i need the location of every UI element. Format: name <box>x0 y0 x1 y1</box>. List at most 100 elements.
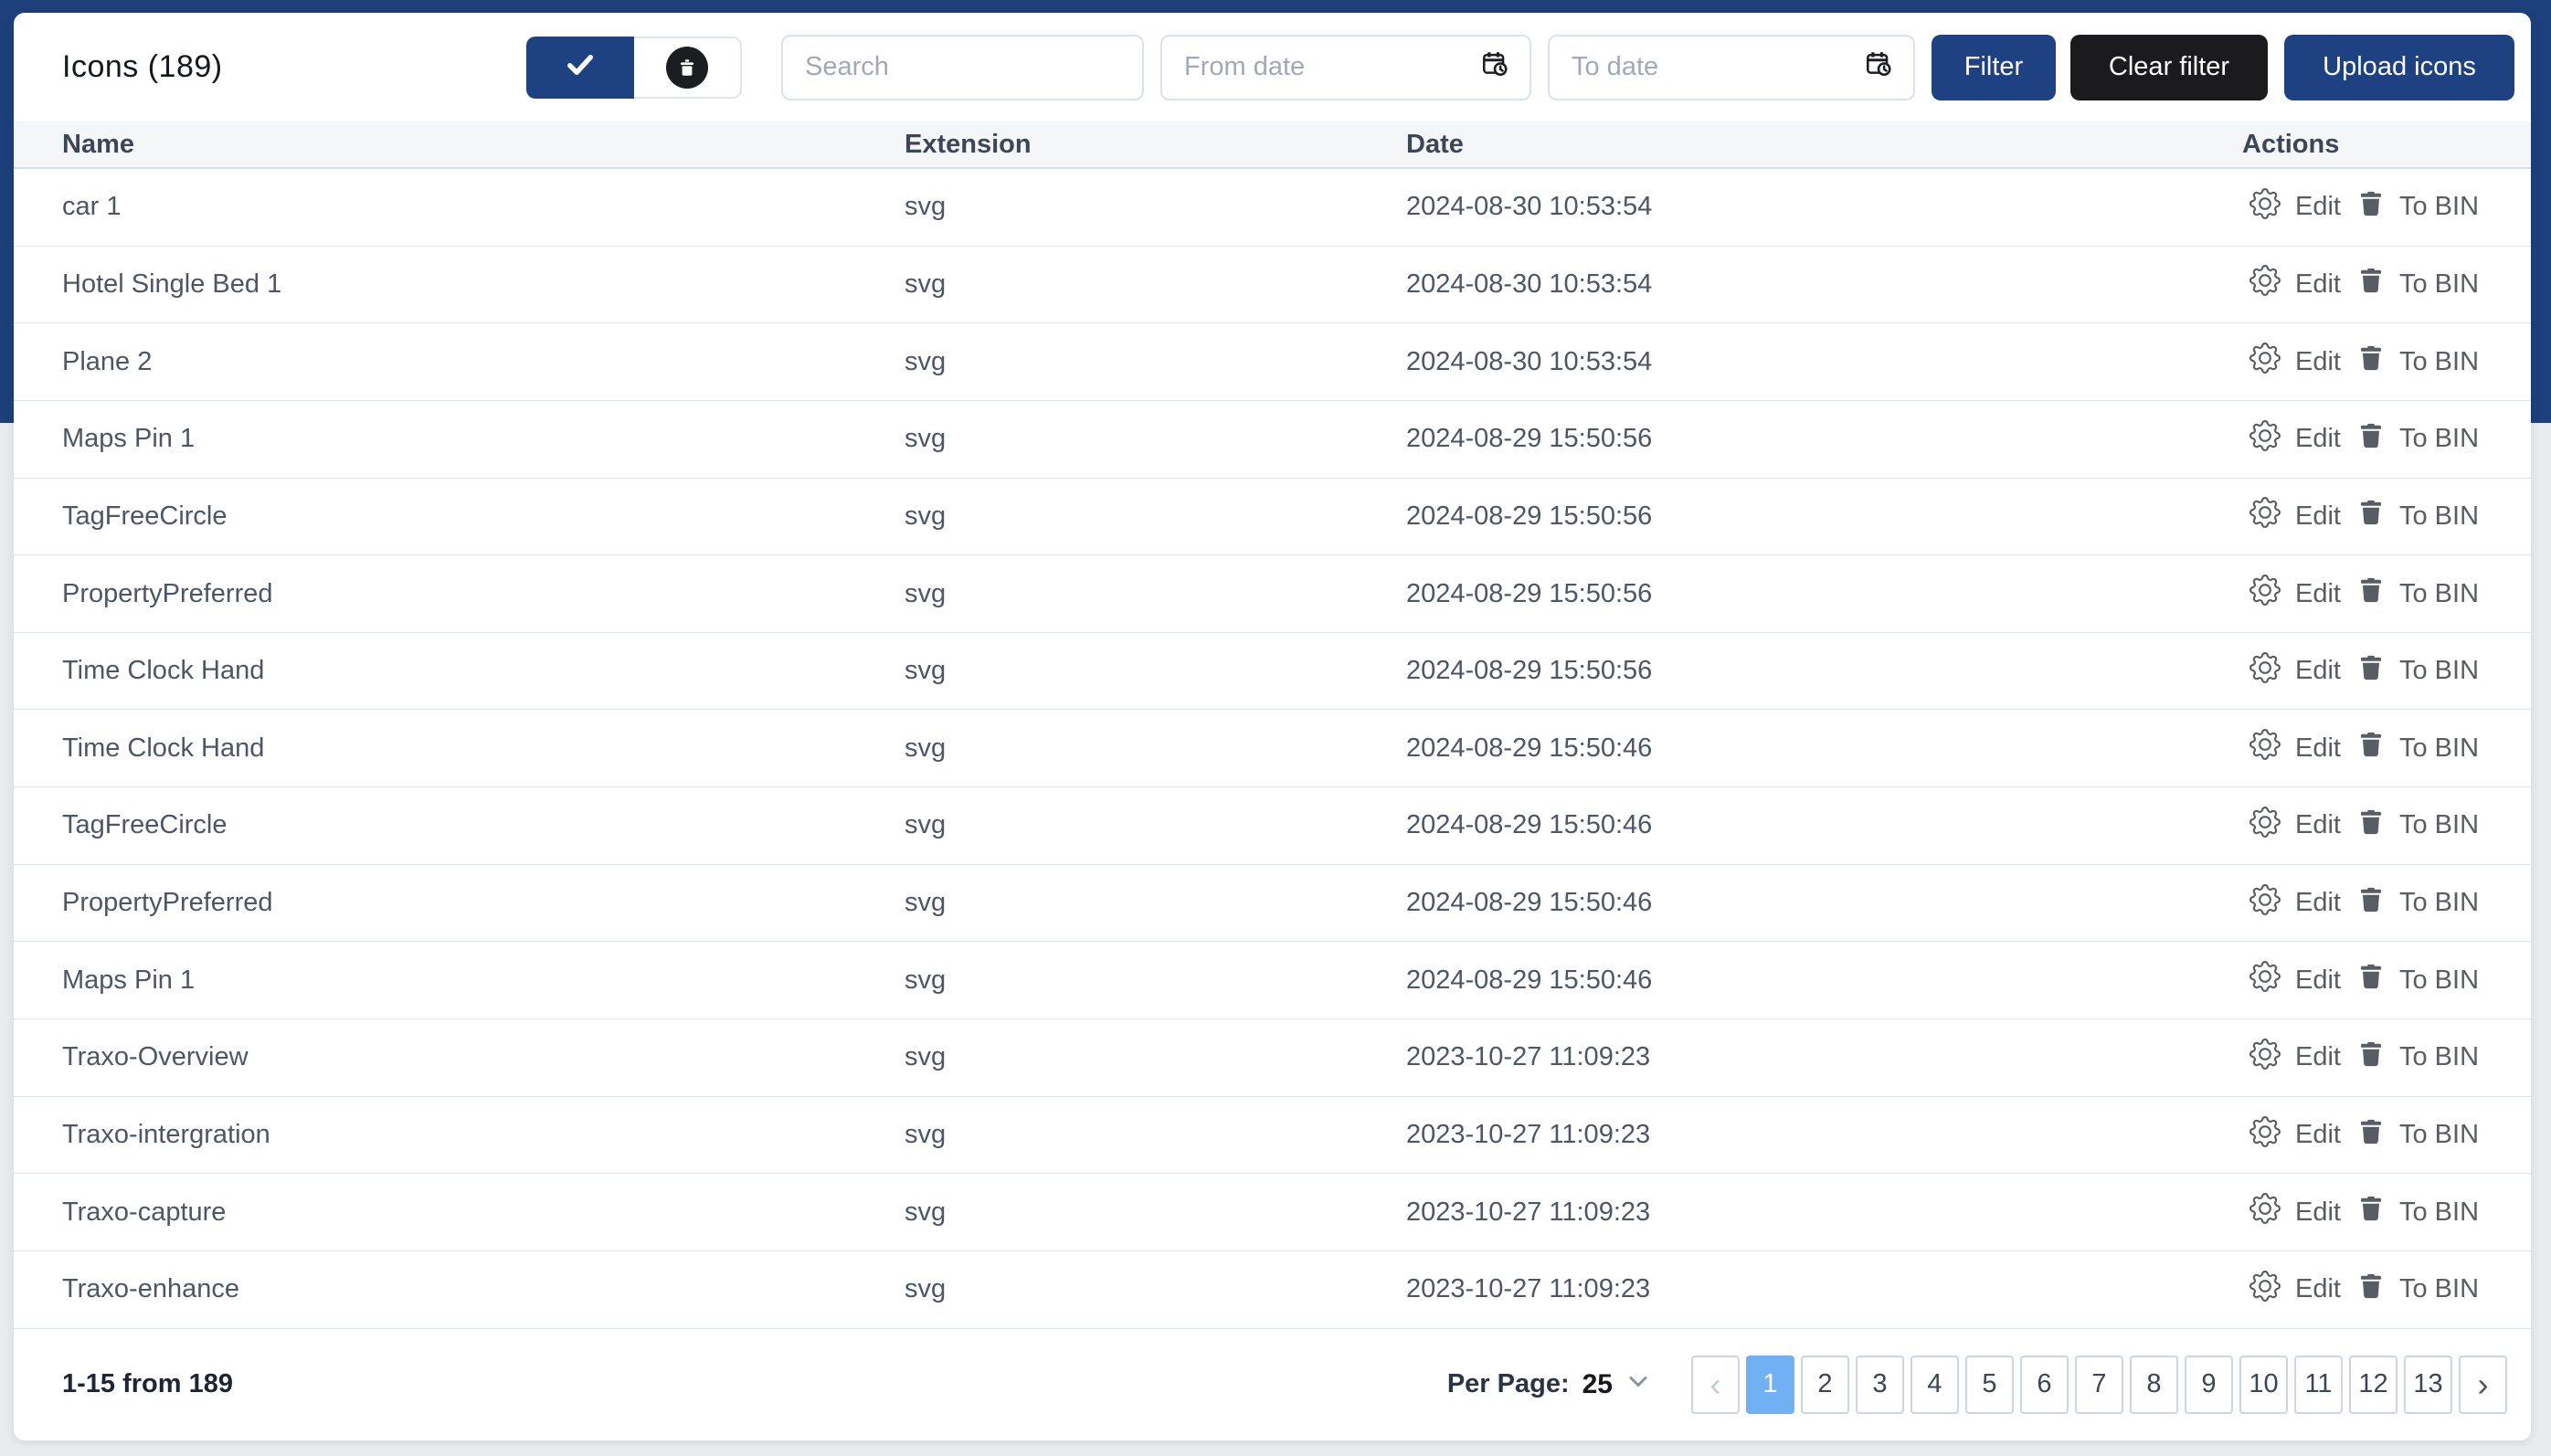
edit-action[interactable]: Edit <box>2249 1115 2341 1155</box>
row-date: 2024-08-29 15:50:46 <box>1406 965 1653 995</box>
row-actions: Edit To BIN <box>2242 497 2531 535</box>
edit-action-label: Edit <box>2295 965 2341 995</box>
table-body: car 1 svg 2024-08-30 10:53:54 Edit To BI… <box>14 169 2531 1329</box>
pagination-page-10[interactable]: 10 <box>2239 1355 2288 1414</box>
gear-icon <box>2249 1115 2281 1155</box>
to-bin-action[interactable]: To BIN <box>2357 267 2479 301</box>
to-bin-action[interactable]: To BIN <box>2357 422 2479 457</box>
row-date: 2024-08-29 15:50:56 <box>1406 656 1653 686</box>
check-icon <box>564 48 597 86</box>
row-name: Maps Pin 1 <box>62 965 196 995</box>
to-bin-action-label: To BIN <box>2398 269 2480 299</box>
icons-panel: Icons (189) Search From date To date Fil… <box>14 13 2531 1440</box>
row-extension: svg <box>905 810 947 840</box>
edit-action[interactable]: Edit <box>2249 187 2341 227</box>
edit-action[interactable]: Edit <box>2249 729 2341 767</box>
pagination-page-11[interactable]: 11 <box>2294 1355 2343 1414</box>
pagination-page-3[interactable]: 3 <box>1856 1355 1904 1414</box>
row-actions: Edit To BIN <box>2242 729 2531 767</box>
edit-action[interactable]: Edit <box>2249 575 2341 613</box>
edit-action[interactable]: Edit <box>2249 1193 2341 1231</box>
edit-action-label: Edit <box>2295 269 2341 299</box>
pagination-next-button[interactable]: › <box>2459 1355 2507 1414</box>
pagination-prev-button[interactable]: ‹ <box>1691 1355 1740 1414</box>
gear-icon <box>2249 497 2281 535</box>
results-range-label: 1-15 from 189 <box>62 1369 233 1399</box>
from-date-input[interactable] <box>1182 51 1480 83</box>
edit-action[interactable]: Edit <box>2249 265 2341 303</box>
trash-icon <box>2357 963 2385 997</box>
edit-action[interactable]: Edit <box>2249 961 2341 999</box>
row-name: Traxo-intergration <box>62 1120 270 1149</box>
edit-action-label: Edit <box>2295 501 2341 531</box>
row-extension: svg <box>905 888 947 918</box>
edit-action[interactable]: Edit <box>2249 883 2341 923</box>
edit-action-label: Edit <box>2295 656 2341 686</box>
from-date-field <box>1160 34 1531 100</box>
to-bin-action-label: To BIN <box>2398 888 2480 918</box>
row-date: 2024-08-29 15:50:46 <box>1406 733 1653 763</box>
pagination-page-13[interactable]: 13 <box>2404 1355 2452 1414</box>
gear-icon <box>2249 187 2281 227</box>
to-bin-action-label: To BIN <box>2398 501 2480 531</box>
pagination-page-2[interactable]: 2 <box>1801 1355 1849 1414</box>
trash-icon <box>2357 1195 2385 1229</box>
calendar-clock-icon[interactable] <box>1864 49 1893 86</box>
clear-filter-button[interactable]: Clear filter <box>2070 34 2268 100</box>
row-date: 2023-10-27 11:09:23 <box>1406 1120 1651 1149</box>
trash-icon <box>2357 808 2385 843</box>
search-input[interactable] <box>803 51 1122 83</box>
calendar-clock-icon[interactable] <box>1480 49 1509 86</box>
to-bin-action[interactable]: To BIN <box>2357 576 2479 611</box>
pagination-page-6[interactable]: 6 <box>2020 1355 2069 1414</box>
edit-action[interactable]: Edit <box>2249 343 2341 381</box>
to-bin-action[interactable]: To BIN <box>2357 808 2479 843</box>
row-name: Traxo-enhance <box>62 1274 239 1304</box>
edit-action-label: Edit <box>2295 1120 2341 1149</box>
to-bin-action[interactable]: To BIN <box>2357 654 2479 689</box>
pagination-page-8[interactable]: 8 <box>2130 1355 2178 1414</box>
to-bin-action[interactable]: To BIN <box>2357 1040 2479 1075</box>
row-extension: svg <box>905 192 947 222</box>
pagination-page-4[interactable]: 4 <box>1911 1355 1959 1414</box>
to-bin-action[interactable]: To BIN <box>2357 886 2479 921</box>
upload-icons-button[interactable]: Upload icons <box>2284 34 2514 100</box>
row-extension: svg <box>905 424 947 454</box>
toolbar: Icons (189) Search From date To date Fil… <box>14 13 2531 121</box>
per-page-select[interactable]: Per Page: 25 <box>1447 1369 1649 1400</box>
to-bin-action[interactable]: To BIN <box>2357 1195 2479 1229</box>
toggle-active-items[interactable] <box>526 36 634 99</box>
to-bin-action-label: To BIN <box>2398 965 2480 995</box>
pagination-page-5[interactable]: 5 <box>1965 1355 2014 1414</box>
table-row: car 1 svg 2024-08-30 10:53:54 Edit To BI… <box>14 169 2531 247</box>
filter-button[interactable]: Filter <box>1932 34 2056 100</box>
edit-action[interactable]: Edit <box>2249 806 2341 845</box>
to-bin-action[interactable]: To BIN <box>2357 963 2479 997</box>
edit-action[interactable]: Edit <box>2249 497 2341 535</box>
row-actions: Edit To BIN <box>2242 1038 2531 1077</box>
gear-icon <box>2249 575 2281 613</box>
edit-action[interactable]: Edit <box>2249 1038 2341 1077</box>
to-bin-action[interactable]: To BIN <box>2357 731 2479 765</box>
gear-icon <box>2249 1193 2281 1231</box>
pagination-page-1[interactable]: 1 <box>1746 1355 1794 1414</box>
edit-action[interactable]: Edit <box>2249 419 2341 459</box>
toggle-bin-items[interactable] <box>634 36 742 99</box>
to-bin-action[interactable]: To BIN <box>2357 190 2479 225</box>
row-date: 2023-10-27 11:09:23 <box>1406 1197 1651 1227</box>
table-row: Traxo-enhance svg 2023-10-27 11:09:23 Ed… <box>14 1250 2531 1329</box>
to-bin-action[interactable]: To BIN <box>2357 344 2479 379</box>
to-bin-action[interactable]: To BIN <box>2357 1272 2479 1307</box>
to-bin-action[interactable]: To BIN <box>2357 1118 2479 1153</box>
pagination-page-7[interactable]: 7 <box>2075 1355 2123 1414</box>
to-bin-action-label: To BIN <box>2398 656 2480 686</box>
edit-action[interactable]: Edit <box>2249 651 2341 691</box>
gear-icon <box>2249 729 2281 767</box>
pagination-page-12[interactable]: 12 <box>2349 1355 2398 1414</box>
to-bin-action[interactable]: To BIN <box>2357 499 2479 533</box>
edit-action[interactable]: Edit <box>2249 1270 2341 1309</box>
to-date-input[interactable] <box>1570 51 1864 83</box>
row-extension: svg <box>905 501 947 531</box>
active-bin-toggle <box>526 36 742 99</box>
pagination-page-9[interactable]: 9 <box>2185 1355 2233 1414</box>
